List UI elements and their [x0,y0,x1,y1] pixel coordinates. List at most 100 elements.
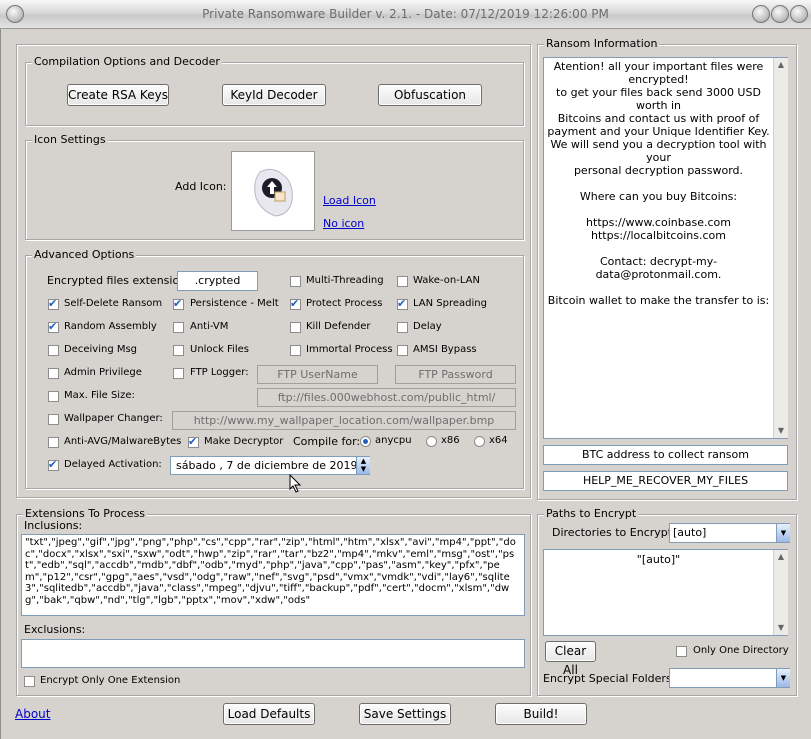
only-one-directory-checkbox[interactable] [676,646,687,657]
encrypt-one-extension-label: Encrypt Only One Extension [40,675,181,686]
activation-date-picker[interactable]: sábado , 7 de diciembre de 2019 [170,456,370,475]
extension-label: Encrypted files extension: [47,274,190,287]
load-defaults-button[interactable]: Load Defaults [223,703,315,725]
lan-spreading-label: LAN Spreading [413,298,487,309]
make-decryptor-checkbox[interactable] [188,435,199,448]
ftp-logger-label: FTP Logger: [190,367,249,378]
scroll-up-icon[interactable]: ▲ [774,550,788,564]
wallpaper-changer-checkbox[interactable] [48,414,59,425]
multi-threading-checkbox[interactable] [290,276,301,287]
scroll-down-icon[interactable]: ▼ [774,424,788,438]
paths-title: Paths to Encrypt [544,507,639,520]
title-bar: Private Ransomware Builder v. 2.1. - Dat… [0,0,811,29]
directory-list-item[interactable]: "[auto]" [544,550,787,566]
admin-privilege-label: Admin Privilege [64,367,142,378]
x86-label: x86 [441,435,460,446]
compile-for-label: Compile for: [293,435,361,448]
ransom-message: Atention! all your important files were … [547,60,770,307]
max-file-size-checkbox[interactable] [48,391,59,402]
persistence-checkbox[interactable] [173,297,184,310]
btc-address-input[interactable]: BTC address to collect ransom [543,445,788,465]
directories-value: [auto] [673,526,707,539]
encrypt-one-extension-checkbox[interactable] [24,676,35,687]
special-folders-select[interactable] [669,668,790,688]
random-assembly-checkbox[interactable] [48,320,59,333]
build-button[interactable]: Build! [495,703,587,725]
delayed-activation-label: Delayed Activation: [64,459,162,470]
x64-label: x64 [489,435,508,446]
recover-filename-input[interactable]: HELP_ME_RECOVER_MY_FILES [543,471,788,491]
anti-av-checkbox[interactable] [48,437,59,448]
load-icon-link[interactable]: Load Icon [323,194,376,207]
minimize-button[interactable] [752,5,770,23]
anti-av-label: Anti-AVG/MalwareBytes [64,436,182,447]
about-link[interactable]: About [15,707,50,721]
exclusions-textarea[interactable] [21,639,525,668]
delay-checkbox[interactable] [397,322,408,333]
unlock-files-label: Unlock Files [190,344,249,355]
directories-label: Directories to Encrypt: [552,526,676,539]
inclusions-textarea[interactable]: "txt","jpeg","gif","jpg","png","php","cs… [21,534,525,616]
ftp-url-input[interactable]: ftp://files.000webhost.com/public_html/ [257,388,516,407]
icon-preview [231,151,315,231]
extension-input[interactable]: .crypted [177,271,258,291]
inclusions-label: Inclusions: [24,519,83,532]
admin-privilege-checkbox[interactable] [48,368,59,379]
anycpu-label: anycpu [375,435,412,446]
icon-settings-title: Icon Settings [32,133,108,146]
no-icon-link[interactable]: No icon [323,217,364,230]
delayed-activation-checkbox[interactable] [48,458,59,471]
wake-on-lan-label: Wake-on-LAN [413,275,480,286]
advanced-options-title: Advanced Options [32,248,137,261]
ftp-logger-checkbox[interactable] [173,368,184,379]
special-folders-label: Encrypt Special Folders: [543,672,676,685]
x86-radio[interactable] [426,436,437,447]
wallpaper-url-input[interactable]: http://www.my_wallpaper_location.com/wal… [172,411,516,430]
ftp-username-input[interactable]: FTP UserName [257,365,378,384]
unlock-files-checkbox[interactable] [173,345,184,356]
x64-radio[interactable] [474,436,485,447]
directories-dropdown-icon[interactable]: ▼ [776,524,790,542]
create-rsa-keys-button[interactable]: Create RSA Keys [67,84,169,106]
amsi-bypass-label: AMSI Bypass [413,344,477,355]
keyid-decoder-button[interactable]: KeyId Decoder [222,84,326,106]
add-icon-label: Add Icon: [175,180,227,193]
maximize-button[interactable] [771,5,789,23]
ransom-message-scrollbar[interactable]: ▲ ▼ [773,58,788,438]
mouse-cursor-icon [289,474,302,493]
anti-vm-checkbox[interactable] [173,322,184,333]
directories-list-scrollbar[interactable]: ▲ ▼ [773,550,788,635]
ransom-info-title: Ransom Information [544,37,660,50]
immortal-process-label: Immortal Process [306,344,393,355]
special-folders-dropdown-icon[interactable]: ▼ [776,669,790,687]
amsi-bypass-checkbox[interactable] [397,345,408,356]
make-decryptor-label: Make Decryptor [204,436,284,447]
scroll-up-icon[interactable]: ▲ [774,58,788,72]
protect-process-checkbox[interactable] [290,297,301,310]
lan-spreading-checkbox[interactable] [397,297,408,310]
immortal-process-checkbox[interactable] [290,345,301,356]
ftp-password-input[interactable]: FTP Password [395,365,516,384]
self-delete-checkbox[interactable] [48,297,59,310]
max-file-size-label: Max. File Size: [64,390,135,401]
ransom-message-textarea[interactable]: Atention! all your important files were … [543,57,788,439]
anycpu-radio[interactable] [360,436,371,447]
exclusions-label: Exclusions: [24,623,86,636]
directories-select[interactable]: [auto] [669,523,790,543]
obfuscation-button[interactable]: Obfuscation [378,84,482,106]
directories-list[interactable]: "[auto]" [543,549,788,636]
persistence-label: Persistence - Melt [190,298,279,309]
window-title: Private Ransomware Builder v. 2.1. - Dat… [202,7,609,21]
close-button[interactable] [790,5,808,23]
scroll-down-icon[interactable]: ▼ [774,621,788,635]
anti-vm-label: Anti-VM [190,321,229,332]
wake-on-lan-checkbox[interactable] [397,276,408,287]
deceiving-msg-label: Deceiving Msg [64,344,138,355]
wallpaper-changer-label: Wallpaper Changer: [64,413,163,424]
deceiving-msg-checkbox[interactable] [48,345,59,356]
clear-all-button[interactable]: Clear All [545,641,596,677]
save-settings-button[interactable]: Save Settings [359,703,451,725]
date-spinner[interactable]: ▲ ▼ [356,457,370,474]
kill-defender-checkbox[interactable] [290,322,301,333]
multi-threading-label: Multi-Threading [306,275,384,286]
